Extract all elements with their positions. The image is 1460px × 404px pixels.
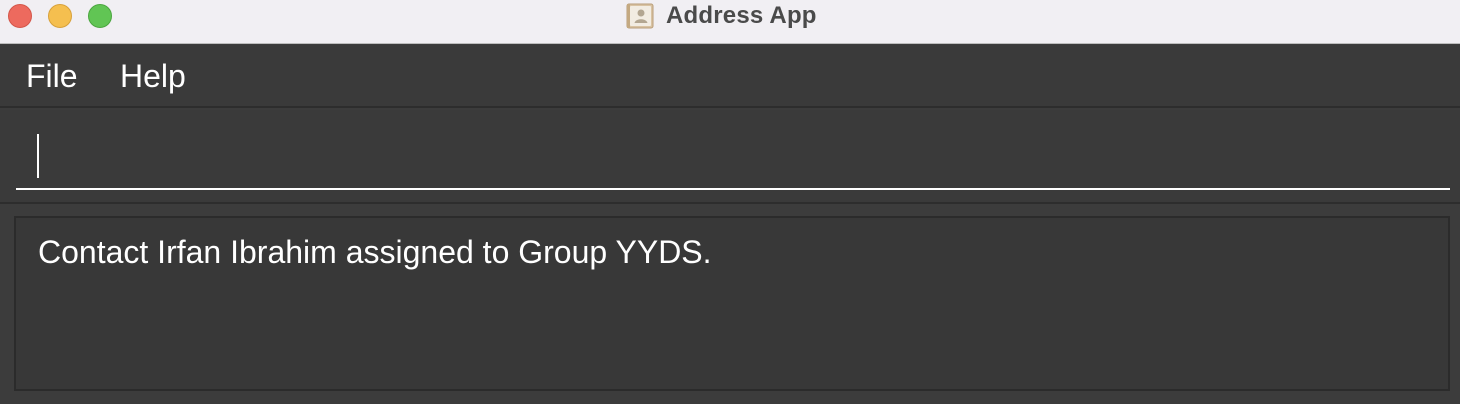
minimize-window-button[interactable]: [48, 4, 72, 28]
close-window-button[interactable]: [8, 4, 32, 28]
zoom-window-button[interactable]: [88, 4, 112, 28]
result-message: Contact Irfan Ibrahim assigned to Group …: [38, 234, 712, 270]
address-book-icon: [626, 3, 654, 29]
title-bar[interactable]: Address App: [0, 0, 1460, 44]
menu-bar: File Help: [0, 45, 1460, 108]
result-display[interactable]: Contact Irfan Ibrahim assigned to Group …: [14, 216, 1450, 391]
text-caret: [37, 134, 39, 178]
result-display-pane: Contact Irfan Ibrahim assigned to Group …: [0, 206, 1460, 404]
menu-help[interactable]: Help: [120, 57, 186, 95]
window-title: Address App: [666, 2, 817, 29]
command-box-pane: [0, 110, 1460, 204]
command-input[interactable]: [16, 122, 1450, 190]
window-title-group: Address App: [626, 2, 817, 30]
menu-file[interactable]: File: [26, 57, 78, 95]
app-window: Address App File Help Contact Irfan Ibra…: [0, 0, 1460, 404]
